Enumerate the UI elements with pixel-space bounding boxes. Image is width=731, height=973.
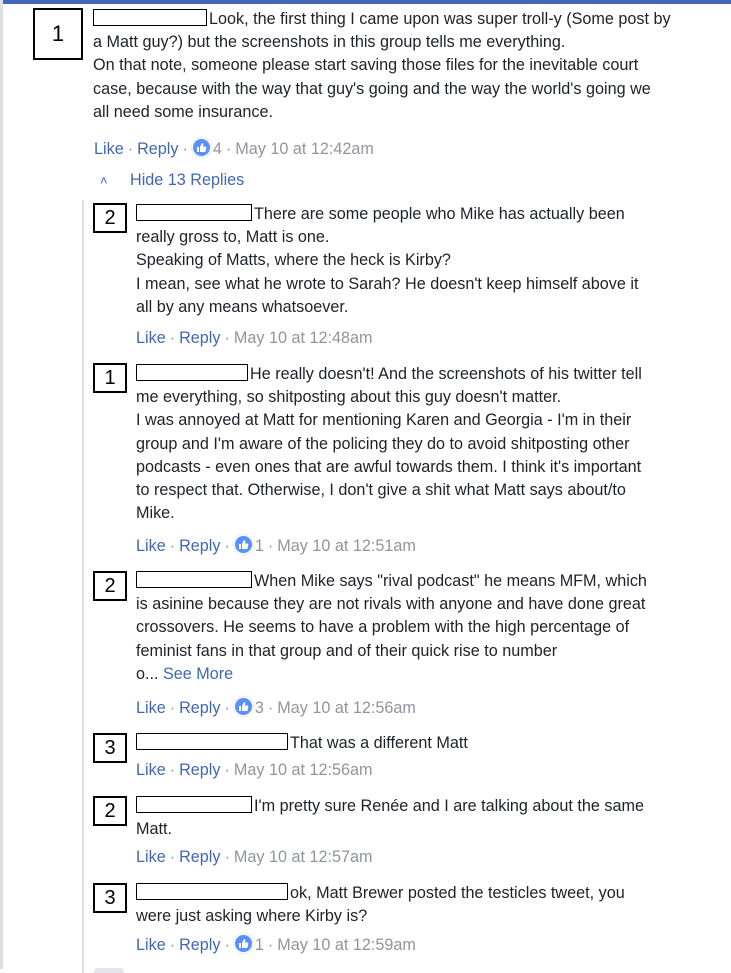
- comment-line: group and I'm aware of the policing they…: [136, 434, 630, 453]
- see-more-link[interactable]: See More: [163, 665, 233, 683]
- thumbs-up-icon[interactable]: [233, 934, 253, 953]
- redacted-name: [136, 733, 288, 750]
- comment-line: all by any means whatsoever.: [136, 297, 349, 316]
- redacted-name: [136, 796, 252, 813]
- comment-line: Matt.: [136, 820, 172, 839]
- like-link[interactable]: Like: [136, 699, 166, 717]
- reply-link[interactable]: Reply: [179, 699, 220, 717]
- comment-text: When Mike says "rival podcast" he means …: [136, 570, 731, 686]
- comment-line: me everything, so shitposting about this…: [136, 388, 562, 407]
- thumbs-up-icon[interactable]: [233, 535, 253, 554]
- like-count: 4: [212, 140, 222, 158]
- hide-replies-label: Hide 13 Replies: [130, 171, 245, 189]
- comment-actions: Like · Reply · May 10 at 12:48am: [136, 329, 373, 347]
- comment-text: He really doesn't! And the screenshots o…: [136, 363, 731, 525]
- comment-line: When Mike says "rival podcast" he means …: [254, 572, 647, 590]
- timestamp[interactable]: May 10 at 12:56am: [277, 699, 416, 717]
- comment-text: ok, Matt Brewer posted the testicles twe…: [136, 882, 731, 928]
- reply-link[interactable]: Reply: [179, 761, 220, 779]
- comment-number-label: 2: [93, 571, 127, 601]
- comment-text: Look, the first thing I came upon was su…: [93, 8, 731, 124]
- like-link[interactable]: Like: [136, 761, 166, 779]
- reply-link[interactable]: Reply: [179, 537, 220, 555]
- comment-line: to respect that. Otherwise, I don't give…: [136, 481, 626, 500]
- thumbs-up-icon[interactable]: [191, 138, 211, 157]
- comment-line: were just asking where Kirby is?: [136, 907, 368, 926]
- like-link[interactable]: Like: [136, 537, 166, 555]
- comment-line: really gross to, Matt is one.: [136, 228, 330, 247]
- comment-number-label: 2: [93, 203, 127, 233]
- redacted-name: [136, 883, 288, 900]
- like-link[interactable]: Like: [94, 140, 124, 158]
- comment-line: On that note, someone please start savin…: [93, 56, 639, 75]
- reply-indent-line: [82, 200, 84, 973]
- comment-number-label: 1: [33, 8, 83, 60]
- comment-number-label: 2: [93, 796, 127, 826]
- comment-line: I was annoyed at Matt for mentioning Kar…: [136, 411, 632, 430]
- timestamp[interactable]: May 10 at 12:42am: [235, 140, 374, 158]
- comment-actions: Like · Reply · 1 · May 10 at 12:59am: [136, 934, 416, 954]
- comment-line: all need some insurance.: [93, 102, 273, 121]
- comment-line: a Matt guy?) but the screenshots in this…: [93, 33, 566, 52]
- top-border: [0, 0, 731, 4]
- comment-line: podcasts - even ones that are awful towa…: [136, 457, 642, 476]
- like-link[interactable]: Like: [136, 936, 166, 954]
- comment-actions: Like · Reply · May 10 at 12:57am: [136, 848, 373, 866]
- chevron-up-icon: ˄: [100, 173, 108, 188]
- reply-link[interactable]: Reply: [179, 936, 220, 954]
- like-link[interactable]: Like: [136, 848, 166, 866]
- comment-line: That was a different Matt: [290, 734, 468, 752]
- comment-text: I'm pretty sure Renée and I are talking …: [136, 795, 731, 841]
- reply-link[interactable]: Reply: [137, 140, 178, 158]
- comment-number-label: 3: [93, 883, 127, 913]
- comment-line: feminist fans in that group and of their…: [136, 641, 558, 660]
- comment-text: There are some people who Mike has actua…: [136, 203, 731, 319]
- timestamp[interactable]: May 10 at 12:59am: [277, 936, 416, 954]
- redacted-name: [136, 204, 252, 221]
- timestamp[interactable]: May 10 at 12:48am: [234, 329, 373, 347]
- comment-line: ok, Matt Brewer posted the testicles twe…: [290, 884, 625, 902]
- like-count: 1: [254, 936, 264, 954]
- comment-number-label: 1: [93, 363, 127, 393]
- left-border: [0, 0, 3, 969]
- comment-number-label: 3: [93, 733, 127, 763]
- hide-replies-link[interactable]: ˄ Hide 13 Replies: [100, 171, 244, 190]
- comment-actions: Like · Reply · May 10 at 12:56am: [136, 761, 373, 779]
- comment-line: Look, the first thing I came upon was su…: [209, 10, 671, 28]
- like-count: 1: [254, 537, 264, 555]
- comment-line: He really doesn't! And the screenshots o…: [250, 365, 642, 383]
- reply-link[interactable]: Reply: [179, 329, 220, 347]
- comment-line: is asinine because they are not rivals w…: [136, 595, 646, 614]
- comment-actions: Like · Reply · 1 · May 10 at 12:51am: [136, 535, 416, 555]
- comment-actions: Like · Reply · 4 · May 10 at 12:42am: [94, 138, 374, 158]
- timestamp[interactable]: May 10 at 12:56am: [234, 761, 373, 779]
- timestamp[interactable]: May 10 at 12:51am: [277, 537, 416, 555]
- comment-line: There are some people who Mike has actua…: [254, 205, 625, 223]
- reply-link[interactable]: Reply: [179, 848, 220, 866]
- comment-line: I'm pretty sure Renée and I are talking …: [254, 797, 645, 815]
- like-link[interactable]: Like: [136, 329, 166, 347]
- comment-line: I mean, see what he wrote to Sarah? He d…: [136, 274, 639, 293]
- comment-line: o...: [136, 664, 159, 683]
- comment-actions: Like · Reply · 3 · May 10 at 12:56am: [136, 697, 416, 717]
- comment-line: crossovers. He seems to have a problem w…: [136, 618, 630, 637]
- thumbs-up-icon[interactable]: [233, 697, 253, 716]
- comment-line: Mike.: [136, 504, 175, 523]
- comment-line: Speaking of Matts, where the heck is Kir…: [136, 251, 451, 270]
- comment-line: case, because with the way that guy's go…: [93, 79, 651, 98]
- redacted-name: [136, 571, 252, 588]
- like-count: 3: [254, 699, 264, 717]
- timestamp[interactable]: May 10 at 12:57am: [234, 848, 373, 866]
- redacted-name: [136, 364, 248, 381]
- comment-text: That was a different Matt: [136, 732, 731, 755]
- redacted-name: [93, 9, 207, 26]
